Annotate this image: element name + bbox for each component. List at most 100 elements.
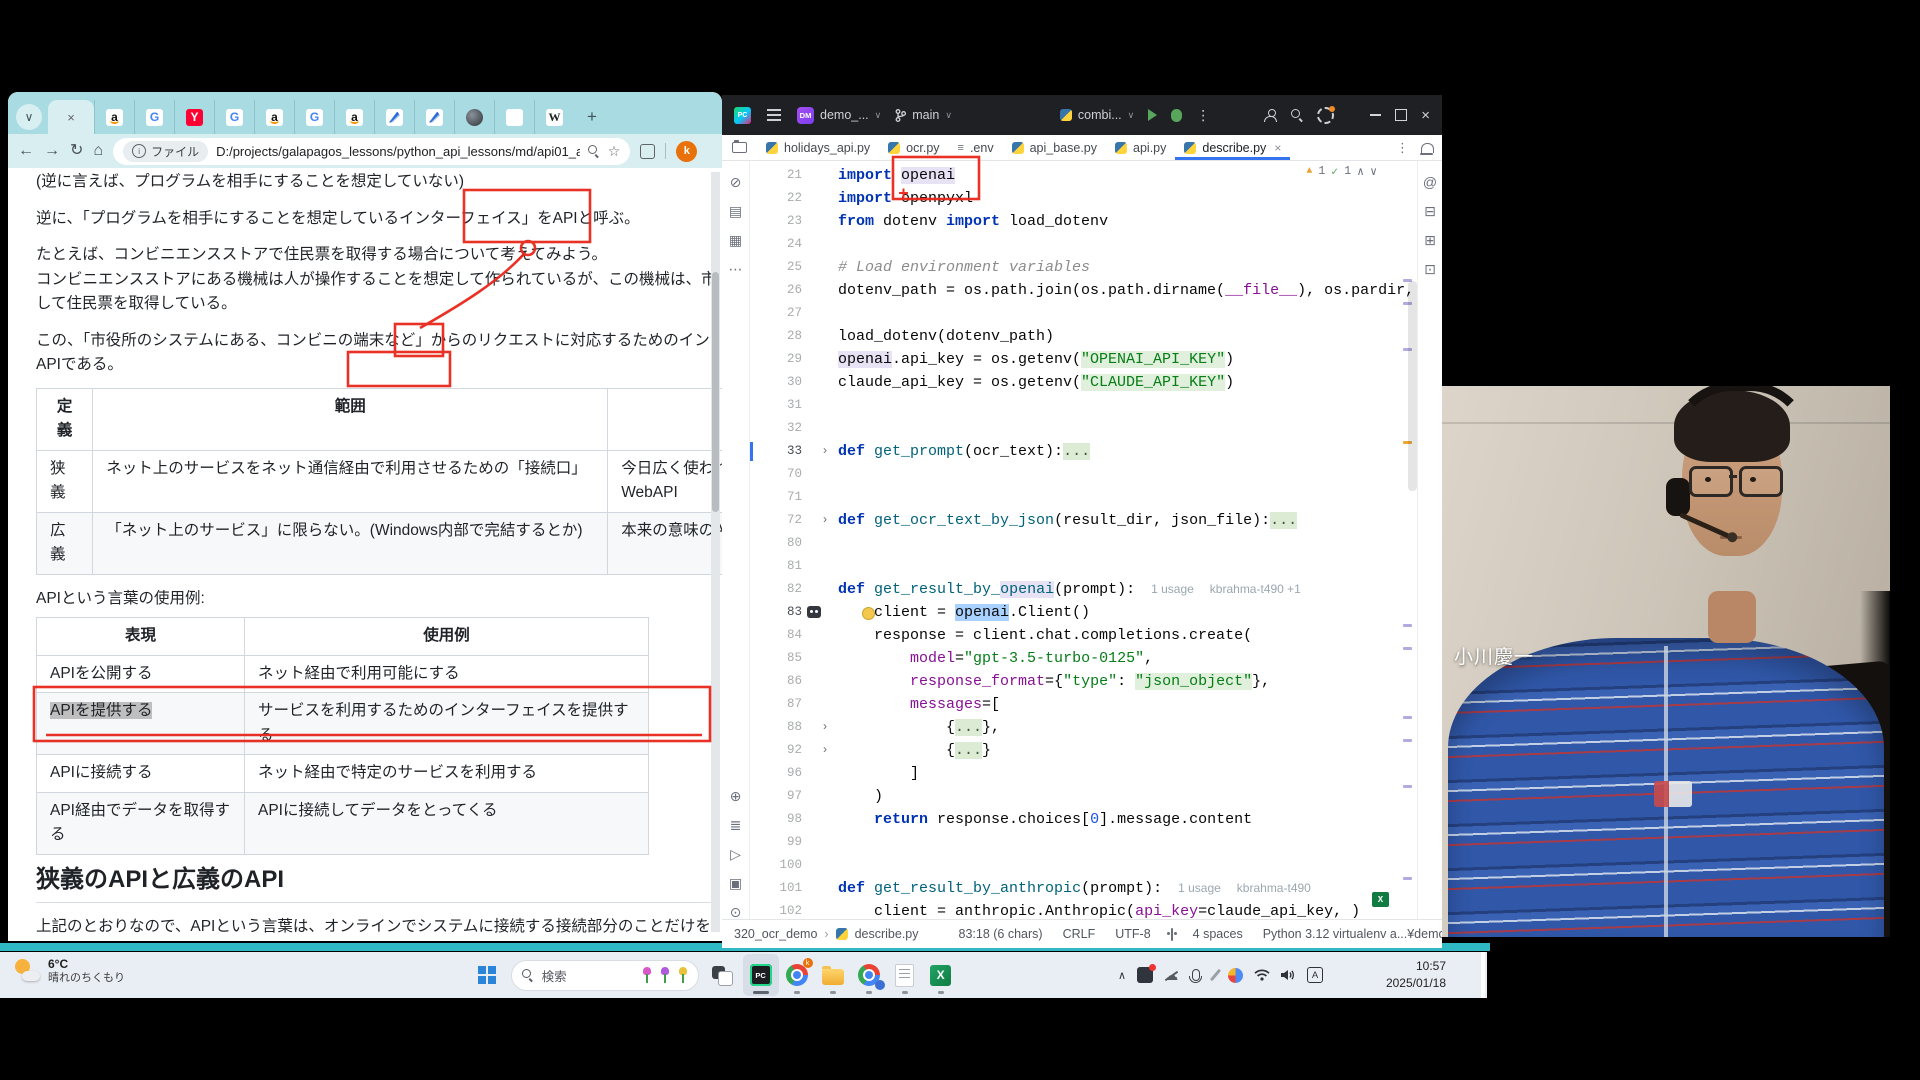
badged-app-icon[interactable] [1137, 967, 1153, 983]
code-line-71[interactable]: 71 [750, 486, 1417, 509]
show-desktop-button[interactable] [1481, 952, 1485, 998]
code-line-99[interactable]: 99 [750, 831, 1417, 854]
code-line-31[interactable]: 31 [750, 394, 1417, 417]
code-line-28[interactable]: 28load_dotenv(dotenv_path) [750, 325, 1417, 348]
code-line-24[interactable]: 24 [750, 233, 1417, 256]
code-line-101[interactable]: 101def get_result_by_anthropic(prompt):1… [750, 877, 1417, 900]
close-tab-icon[interactable] [67, 110, 75, 125]
browser-tab-google[interactable]: G [294, 100, 334, 134]
editor-tab-describe.py[interactable]: describe.py× [1175, 136, 1290, 160]
code-line-102[interactable]: 102 client = anthropic.Anthropic(api_key… [750, 900, 1417, 919]
run-tool-icon[interactable]: ▷ [730, 847, 741, 861]
notifications-bell-icon[interactable] [1421, 143, 1434, 153]
browser-scrollbar[interactable] [711, 172, 720, 932]
indent-setting[interactable]: 4 spaces [1193, 927, 1243, 941]
sync-tool-icon[interactable]: ⊡ [1424, 262, 1436, 276]
folders-tool-icon[interactable]: ▦ [729, 233, 742, 247]
code-line-83[interactable]: 83 client = openai.Client() [750, 601, 1417, 624]
fold-arrow-icon[interactable]: › [812, 509, 838, 532]
minimize-button[interactable] [1370, 114, 1381, 116]
home-button[interactable] [93, 143, 103, 159]
project-folder-icon[interactable] [732, 142, 747, 153]
taskbar-app-chrome-b[interactable] [851, 954, 887, 996]
file-encoding[interactable]: UTF-8 [1115, 927, 1150, 941]
browser-tab-pen[interactable] [414, 100, 454, 134]
frame-tool-icon[interactable]: ▣ [729, 876, 742, 890]
start-button[interactable] [472, 960, 502, 990]
taskbar-clock[interactable]: 10:57 2025/01/18 [1368, 958, 1446, 992]
microphone-icon[interactable] [1192, 969, 1200, 981]
taskbar-app-chrome-k[interactable]: k [779, 954, 815, 996]
code-line-33[interactable]: 33›def get_prompt(ocr_text):... [750, 440, 1417, 463]
project-widget[interactable]: DM demo_... [797, 107, 881, 124]
next-problem-icon[interactable]: ∨ [1370, 164, 1377, 179]
problems-tool-icon[interactable]: ⊙ [730, 905, 742, 919]
back-button[interactable] [18, 143, 34, 159]
database-tool-icon[interactable]: ⊟ [1424, 204, 1436, 218]
code-line-87[interactable]: 87 messages=[ [750, 693, 1417, 716]
ime-indicator[interactable]: A [1307, 967, 1323, 983]
code-line-72[interactable]: 72›def get_ocr_text_by_json(result_dir, … [750, 509, 1417, 532]
interpreter[interactable]: Python 3.12 virtualenv a...¥demo_miscell… [1263, 927, 1442, 941]
forward-button[interactable] [44, 143, 60, 159]
tab-search-button[interactable] [16, 104, 42, 130]
prev-problem-icon[interactable]: ∧ [1357, 164, 1364, 179]
code-line-30[interactable]: 30claude_api_key = os.getenv("CLAUDE_API… [750, 371, 1417, 394]
fold-arrow-icon[interactable]: › [812, 739, 838, 762]
code-line-22[interactable]: 22import openpyxl [750, 187, 1417, 210]
code-line-70[interactable]: 70 [750, 463, 1417, 486]
code-editor[interactable]: 21import openai22import openpyxl23from d… [750, 161, 1417, 919]
ai-tool-icon[interactable]: @ [1423, 175, 1437, 189]
new-tab-button[interactable] [578, 103, 606, 131]
code-line-100[interactable]: 100 [750, 854, 1417, 877]
code-line-86[interactable]: 86 response_format={"type": "json_object… [750, 670, 1417, 693]
browser-tab-google[interactable]: G [214, 100, 254, 134]
search-everywhere-icon[interactable] [1291, 109, 1303, 121]
editor-tab-holidays_api.py[interactable]: holidays_api.py [757, 136, 879, 160]
taskbar-app-excel[interactable]: X [923, 954, 959, 996]
plugins-tool-icon[interactable]: ⊞ [1424, 233, 1436, 247]
browser-tab-pen[interactable] [374, 100, 414, 134]
editor-tab-api.py[interactable]: api.py [1106, 136, 1175, 160]
code-with-me-icon[interactable] [1264, 109, 1277, 122]
editor-tab-ocr.py[interactable]: ocr.py [879, 136, 948, 160]
onedrive-paused-icon[interactable]: ☁ [1164, 968, 1178, 982]
code-line-80[interactable]: 80 [750, 532, 1417, 555]
extensions-icon[interactable] [640, 144, 655, 159]
line-ending[interactable]: CRLF [1063, 927, 1096, 941]
services-tool-icon[interactable]: ⊕ [730, 789, 742, 803]
browser-tab-google[interactable]: G [134, 100, 174, 134]
fold-arrow-icon[interactable]: › [812, 716, 838, 739]
browser-tab-amazon[interactable]: a [254, 100, 294, 134]
active-browser-tab[interactable] [48, 100, 94, 134]
reload-button[interactable] [70, 143, 83, 159]
code-line-84[interactable]: 84 response = client.chat.completions.cr… [750, 624, 1417, 647]
code-line-29[interactable]: 29openai.api_key = os.getenv("OPENAI_API… [750, 348, 1417, 371]
code-line-88[interactable]: 88› {...}, [750, 716, 1417, 739]
inspections-widget[interactable]: ▲1 ✓1 ∧∨ [1302, 163, 1381, 180]
structure-tool-icon[interactable]: ▤ [729, 204, 742, 218]
caret-position[interactable]: 83:18 (6 chars) [959, 927, 1043, 941]
code-line-85[interactable]: 85 model="gpt-3.5-turbo-0125", [750, 647, 1417, 670]
code-line-97[interactable]: 97 ) [750, 785, 1417, 808]
volume-icon[interactable] [1281, 969, 1296, 981]
vcs-branch-widget[interactable]: main [895, 108, 952, 122]
bookmark-star-icon[interactable] [608, 143, 621, 160]
more-tool-icon[interactable]: ⋯ [729, 262, 743, 276]
maximize-button[interactable] [1395, 109, 1407, 121]
taskbar-app-pycharm[interactable]: PC [743, 954, 779, 996]
color-app-icon[interactable] [1228, 968, 1243, 983]
code-line-92[interactable]: 92› {...} [750, 739, 1417, 762]
code-line-32[interactable]: 32 [750, 417, 1417, 440]
editor-tab-.env[interactable]: ≡.env [949, 136, 1003, 160]
browser-tab-wikipedia[interactable]: W [534, 100, 574, 134]
profile-avatar[interactable]: k [676, 141, 697, 162]
zoom-icon[interactable] [588, 145, 600, 157]
editor-tab-api_base.py[interactable]: api_base.py [1003, 136, 1106, 160]
fold-arrow-icon[interactable]: › [812, 440, 838, 463]
close-button[interactable] [1421, 107, 1430, 124]
main-menu-icon[interactable] [767, 114, 781, 116]
editor-scrollbar-thumb[interactable] [1408, 281, 1417, 491]
taskbar-app-notepad[interactable] [887, 954, 923, 996]
wifi-icon[interactable] [1254, 969, 1270, 981]
